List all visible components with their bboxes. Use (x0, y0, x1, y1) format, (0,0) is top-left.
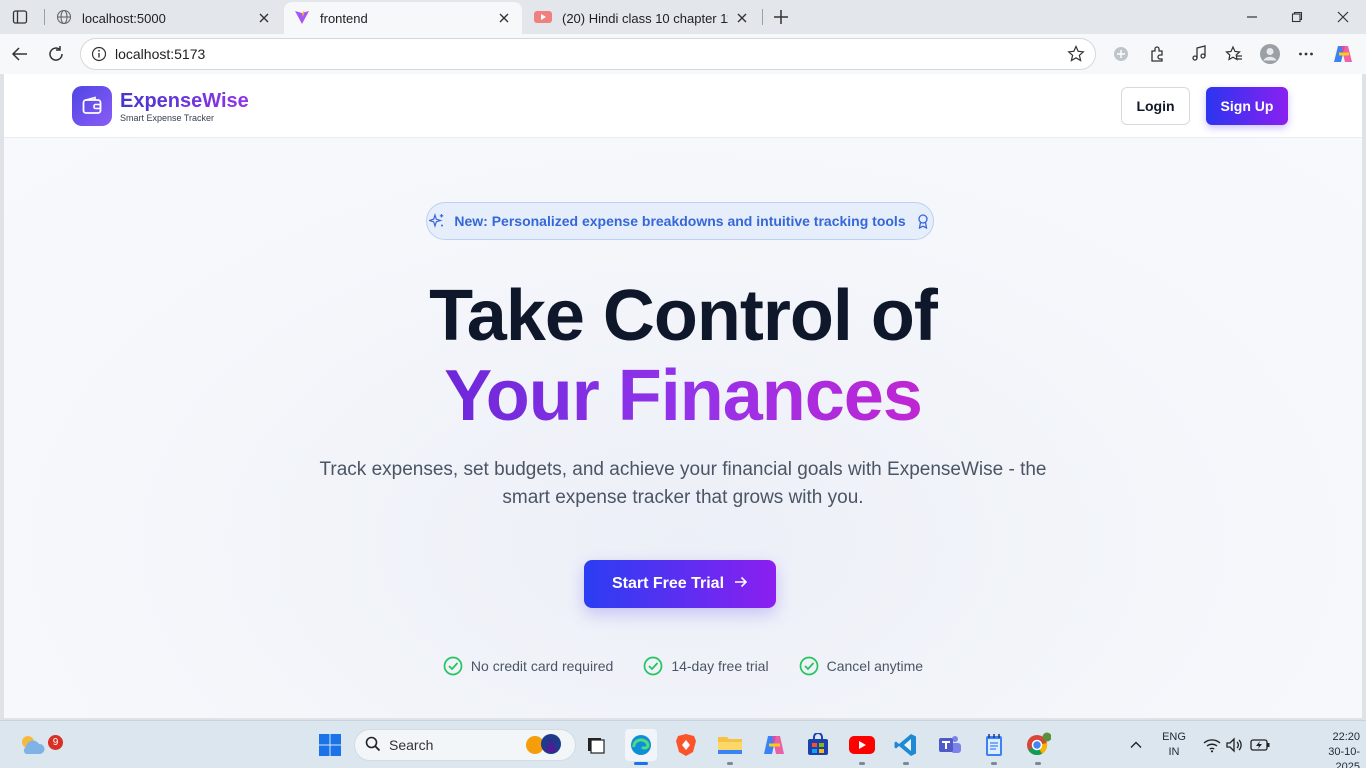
more-menu-icon[interactable] (1294, 42, 1318, 66)
battery-icon[interactable] (1244, 729, 1276, 761)
language-indicator[interactable]: ENG IN (1156, 730, 1192, 760)
vite-logo-icon (294, 9, 310, 28)
new-tab-button[interactable] (770, 6, 792, 28)
close-tab-icon[interactable] (496, 10, 512, 26)
back-button[interactable] (8, 42, 32, 66)
headline-line-2: Your Finances (444, 356, 923, 436)
chrome-app-icon[interactable] (1022, 729, 1054, 765)
vscode-app-icon[interactable] (890, 729, 922, 765)
tab-actions-icon[interactable] (8, 6, 32, 28)
weather-widget[interactable]: 9 (16, 729, 63, 761)
store-app-icon[interactable] (802, 729, 834, 761)
tab-title: frontend (320, 10, 368, 26)
teams-app-icon[interactable] (934, 729, 966, 761)
chevron-up-icon[interactable] (1120, 729, 1152, 761)
check-circle-icon (643, 656, 663, 676)
clock-time: 22:20 (1332, 731, 1360, 743)
site-info-icon[interactable] (89, 44, 109, 64)
feature-label: Cancel anytime (826, 658, 924, 674)
task-view-icon[interactable] (580, 729, 612, 761)
search-highlight-icon (521, 732, 571, 759)
tab-separator (44, 9, 45, 25)
feature-list: No credit card required 14-day free tria… (4, 656, 1362, 676)
extensions-icon[interactable] (1145, 42, 1169, 66)
language-region: IN (1168, 746, 1180, 758)
hero-subtitle: Track expenses, set budgets, and achieve… (319, 459, 1047, 508)
notification-badge: 9 (48, 735, 63, 750)
browser-tab-strip: localhost:5000 frontend (20) Hindi class… (0, 0, 1366, 34)
hero-section: New: Personalized expense breakdowns and… (4, 138, 1362, 718)
close-window-button[interactable] (1329, 6, 1357, 28)
url-text[interactable]: localhost:5173 (115, 46, 1065, 62)
app-header: ExpenseWise Smart Expense Tracker Login … (4, 74, 1362, 138)
favorites-icon[interactable] (1222, 42, 1246, 66)
sparkles-icon (428, 212, 446, 230)
reload-button[interactable] (44, 42, 68, 66)
running-indicator (634, 762, 648, 765)
running-indicator (727, 762, 733, 765)
brand-tagline: Smart Expense Tracker (120, 113, 215, 123)
profile-avatar-icon[interactable] (1258, 42, 1282, 66)
tab-frontend[interactable]: frontend (284, 2, 522, 34)
clock[interactable]: 22:20 30-10-2025 (1304, 730, 1360, 768)
login-button[interactable]: Login (1121, 87, 1190, 125)
globe-icon (56, 9, 72, 28)
page-viewport: ExpenseWise Smart Expense Tracker Login … (4, 74, 1362, 718)
feature-label: No credit card required (470, 658, 614, 674)
tab-youtube[interactable]: (20) Hindi class 10 chapter 11 bihar (524, 2, 760, 34)
cta-label: Start Free Trial (611, 575, 725, 592)
feature-item: 14-day free trial (643, 656, 769, 676)
check-circle-icon (443, 656, 463, 676)
language-code: ENG (1162, 731, 1186, 743)
running-indicator (903, 762, 909, 765)
tab-title: localhost:5000 (82, 10, 166, 26)
signup-button[interactable]: Sign Up (1206, 87, 1288, 125)
minimize-button[interactable] (1238, 6, 1266, 28)
copilot-icon[interactable] (1331, 42, 1355, 66)
close-tab-icon[interactable] (256, 10, 272, 26)
feature-label: 14-day free trial (671, 658, 769, 674)
copilot-app-icon[interactable] (758, 729, 790, 761)
announcement-badge[interactable]: New: Personalized expense breakdowns and… (426, 202, 934, 240)
brave-app-icon[interactable] (670, 729, 702, 761)
reading-view-icon[interactable] (1109, 42, 1133, 66)
windows-taskbar: 9 Search ENG IN 22:20 30-10-2025 (0, 720, 1366, 768)
award-icon (914, 212, 932, 230)
favorite-star-icon[interactable] (1065, 43, 1087, 65)
file-explorer-icon[interactable] (714, 729, 746, 765)
youtube-app-icon[interactable] (846, 729, 878, 765)
feature-item: Cancel anytime (799, 656, 924, 676)
check-circle-icon (799, 656, 819, 676)
start-free-trial-button[interactable]: Start Free Trial (584, 560, 776, 608)
tab-separator (762, 9, 763, 25)
headline-line-1: Take Control of (429, 276, 938, 356)
notepad-app-icon[interactable] (978, 729, 1010, 765)
running-indicator (991, 762, 997, 765)
arrow-right-icon (734, 575, 748, 594)
feature-item: No credit card required (443, 656, 613, 676)
running-indicator (859, 762, 865, 765)
media-control-icon[interactable] (1187, 42, 1211, 66)
tab-title: (20) Hindi class 10 chapter 11 bihar (562, 10, 728, 26)
windows-start-icon[interactable] (314, 729, 346, 761)
clock-date: 30-10-2025 (1328, 746, 1360, 768)
tab-localhost-5000[interactable]: localhost:5000 (46, 2, 282, 34)
close-tab-icon[interactable] (734, 10, 750, 26)
youtube-icon (534, 10, 552, 27)
browser-toolbar: localhost:5173 (0, 34, 1366, 74)
running-indicator (1035, 762, 1041, 765)
address-bar[interactable]: localhost:5173 (80, 38, 1096, 70)
taskbar-search[interactable]: Search (354, 729, 576, 761)
search-icon (365, 736, 381, 755)
hero-headline: Take Control of Your Finances (4, 276, 1362, 436)
search-label: Search (389, 737, 434, 753)
restore-button[interactable] (1283, 6, 1311, 28)
edge-app-icon[interactable] (625, 729, 657, 765)
brand-name[interactable]: ExpenseWise (120, 90, 249, 113)
wallet-logo-icon[interactable] (72, 86, 112, 126)
announcement-text: New: Personalized expense breakdowns and… (454, 213, 906, 229)
